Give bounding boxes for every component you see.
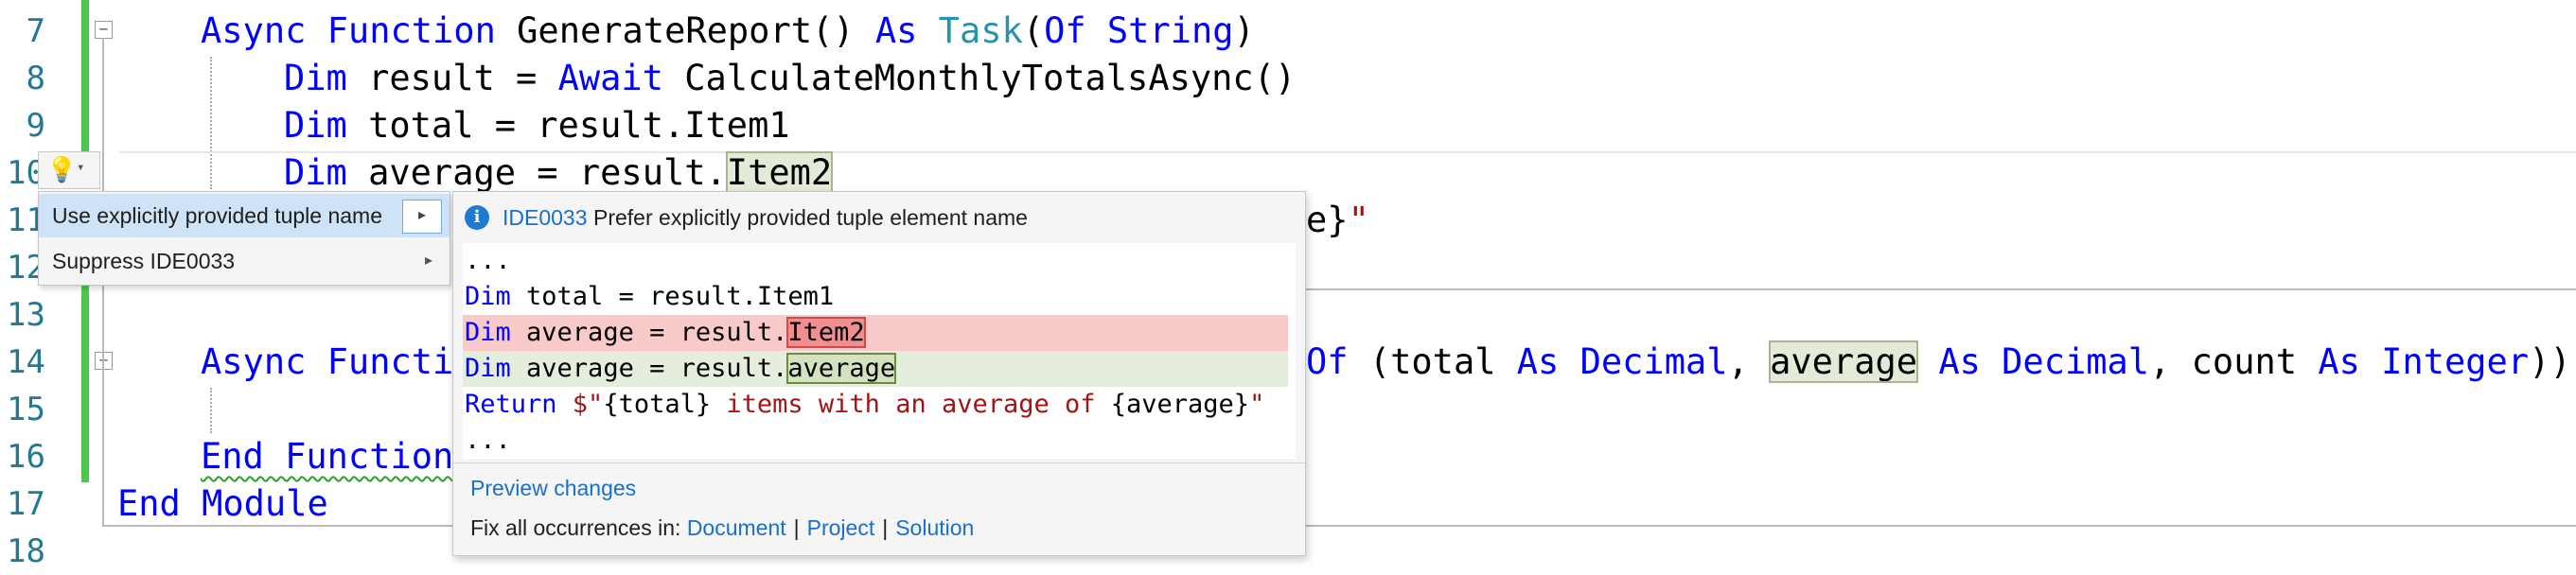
collapse-icon[interactable]: − bbox=[95, 21, 113, 39]
separator: | bbox=[882, 515, 889, 540]
line-number: 16 bbox=[7, 438, 45, 476]
diagnostic-id-link[interactable]: IDE0033 bbox=[503, 205, 588, 231]
divider bbox=[453, 462, 1305, 463]
diff-line-removed: Dim average = result.Item2 bbox=[463, 315, 1288, 351]
menu-item-label: Suppress IDE0033 bbox=[52, 249, 236, 273]
highlighted-symbol: Item2 bbox=[725, 151, 834, 194]
line-number: 14 bbox=[7, 343, 45, 381]
separator: | bbox=[793, 515, 800, 540]
method-separator bbox=[1306, 288, 2576, 290]
diff-preview: ... Dim total = result.Item1 Dim average… bbox=[463, 243, 1296, 459]
line-number: 15 bbox=[7, 391, 45, 428]
preview-header: i IDE0033 Prefer explicitly provided tup… bbox=[453, 192, 1305, 243]
diff-line: Return $"{total} items with an average o… bbox=[465, 390, 1265, 419]
diff-line: Dim total = result.Item1 bbox=[465, 282, 835, 311]
line-number: 8 bbox=[26, 60, 45, 97]
submenu-arrow-icon[interactable]: ▸ bbox=[402, 200, 442, 234]
diff-line-added: Dim average = result.average bbox=[463, 351, 1288, 387]
preview-changes-link[interactable]: Preview changes bbox=[470, 476, 636, 501]
diagnostic-title: Prefer explicitly provided tuple element… bbox=[593, 205, 1028, 230]
fix-all-solution-link[interactable]: Solution bbox=[895, 515, 974, 540]
submenu-arrow-icon: ▸ bbox=[424, 253, 432, 269]
diff-line: ... bbox=[465, 426, 511, 455]
fix-all-project-link[interactable]: Project bbox=[807, 515, 875, 540]
chevron-down-icon: ▾ bbox=[77, 160, 85, 175]
code-line-9: Dim total = result.Item1 bbox=[284, 105, 790, 146]
highlighted-symbol: average bbox=[1769, 340, 1919, 383]
code-line-16: End Function bbox=[201, 436, 454, 477]
fix-preview-panel: i IDE0033 Prefer explicitly provided tup… bbox=[452, 191, 1306, 556]
quick-actions-lightbulb[interactable]: 💡 ▾ bbox=[38, 151, 100, 189]
menu-item-use-explicit-tuple-name[interactable]: Use explicitly provided tuple name ▸ bbox=[39, 194, 450, 237]
fix-all-document-link[interactable]: Document bbox=[687, 515, 786, 540]
quick-actions-menu: Use explicitly provided tuple name ▸ Sup… bbox=[38, 191, 450, 286]
diff-line: ... bbox=[465, 246, 511, 275]
line-number: 18 bbox=[7, 532, 45, 570]
menu-item-label: Use explicitly provided tuple name bbox=[52, 203, 383, 228]
lightbulb-icon: 💡 bbox=[46, 156, 78, 184]
line-number: 9 bbox=[26, 107, 45, 145]
line-number: 17 bbox=[7, 485, 45, 523]
code-line-7: Async Function GenerateReport() As Task(… bbox=[201, 10, 1255, 51]
menu-item-suppress[interactable]: Suppress IDE0033 ▸ bbox=[39, 239, 450, 283]
indent-guide bbox=[210, 57, 212, 189]
change-indicator bbox=[81, 284, 89, 482]
code-line-11: e}" bbox=[1306, 200, 1369, 240]
code-line-17: End Module bbox=[117, 483, 328, 524]
code-line-8: Dim result = Await CalculateMonthlyTotal… bbox=[284, 58, 1297, 98]
indent-guide bbox=[210, 388, 212, 433]
code-line-10: Dim average = result.Item2 bbox=[284, 151, 834, 194]
fix-all-occurrences: Fix all occurrences in: Document | Project… bbox=[470, 515, 974, 541]
line-number: 7 bbox=[26, 12, 45, 50]
code-line-14-start: Async Functi bbox=[201, 341, 454, 382]
code-line-14-end: Of (total As Decimal, average As Decimal… bbox=[1306, 340, 2571, 383]
fix-all-label: Fix all occurrences in: bbox=[470, 515, 687, 540]
line-number: 13 bbox=[7, 296, 45, 334]
info-icon: i bbox=[465, 205, 489, 230]
